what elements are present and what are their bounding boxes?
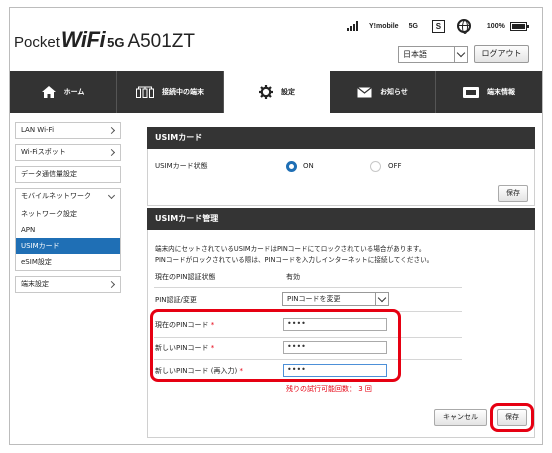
main-nav: ホーム 接続中の端末 設定 お知らせ 端末情報 (10, 71, 542, 113)
tab-settings[interactable]: 設定 (224, 71, 330, 113)
usim-manage-header: USIMカード管理 (147, 208, 535, 230)
chevron-right-icon (107, 280, 116, 289)
carrier-name: Y!mobile (369, 22, 399, 30)
battery-icon (509, 21, 529, 31)
brand-logo: Pocket WiFi 5G A501ZT (14, 27, 195, 57)
device-info-icon (463, 86, 479, 98)
network-type: 5G (408, 22, 418, 30)
signal-strength-icon (347, 21, 363, 31)
sidebar-item-label: 端末設定 (21, 280, 49, 288)
divider (154, 287, 462, 288)
usim-off-label: OFF (388, 162, 402, 170)
tab-settings-label: 設定 (281, 88, 295, 96)
sidebar-subitem-usim-card[interactable]: USIMカード (16, 238, 120, 254)
model-name: A501ZT (127, 31, 196, 52)
chevron-right-icon (107, 126, 116, 135)
sidebar-item-data-usage[interactable]: データ通信量設定 (15, 166, 121, 183)
pin-action-select[interactable]: PINコードを変更 (282, 292, 389, 306)
mail-icon (357, 86, 372, 98)
brand-pocket: Pocket (14, 34, 60, 51)
remaining-attempts-text: 残りの試行可能回数： 3 回 (286, 385, 372, 393)
sidebar-subitem-network-settings[interactable]: ネットワーク設定 (16, 206, 120, 222)
chevron-down-icon (375, 293, 388, 305)
brand-5g: 5G (107, 35, 125, 50)
sidebar-item-lan-wifi[interactable]: LAN Wi-Fi (15, 122, 121, 139)
usim-card-panel (147, 149, 535, 206)
tab-connected-label: 接続中の端末 (162, 88, 204, 96)
logout-button[interactable]: ログアウト (474, 45, 529, 63)
save-highlight (490, 403, 534, 432)
pin-fields-highlight (150, 309, 401, 382)
tab-home-label: ホーム (63, 88, 85, 96)
tab-device-info-label: 端末情報 (487, 88, 515, 96)
language-select[interactable]: 日本語 (398, 46, 468, 63)
sim-icon: S (431, 19, 445, 33)
sidebar-item-label: Wi-Fiスポット (21, 148, 66, 156)
tab-notifications[interactable]: お知らせ (330, 71, 436, 113)
pin-change-label: PIN認証/変更 (155, 296, 197, 304)
usim-state-label: USIMカード状態 (155, 162, 208, 170)
pin-state-value: 有効 (286, 273, 300, 281)
brand-wifi: WiFi (60, 27, 106, 52)
usim-card-save-button[interactable]: 保存 (498, 185, 528, 202)
sidebar-group-mobile-network: モバイルネットワーク ネットワーク設定 APN USIMカード eSIM設定 (15, 188, 121, 271)
usim-on-label: ON (303, 162, 314, 170)
sidebar-subitem-apn[interactable]: APN (16, 222, 120, 238)
usim-card-header: USIMカード (147, 127, 535, 149)
sidebar-item-label: データ通信量設定 (21, 170, 77, 178)
tab-connected-devices[interactable]: 接続中の端末 (117, 71, 224, 113)
chevron-right-icon (107, 148, 116, 157)
tab-home[interactable]: ホーム (10, 71, 117, 113)
gear-icon (259, 85, 273, 99)
devices-icon (136, 86, 154, 98)
sidebar-item-wifi-spot[interactable]: Wi-Fiスポット (15, 144, 121, 161)
language-select-value: 日本語 (403, 50, 427, 59)
status-bar: Y!mobile 5G S 100% (347, 17, 529, 35)
usim-manage-description-line2: PINコードがロックされている際は、PINコードを入力しインターネットに接続して… (155, 256, 434, 264)
usim-manage-description-line1: 端末内にセットされているUSIMカードはPINコードにてロックされている場合があ… (155, 245, 426, 253)
tab-notifications-label: お知らせ (380, 88, 408, 96)
home-icon (41, 86, 56, 98)
usim-off-radio[interactable] (370, 161, 381, 172)
sidebar: LAN Wi-Fi Wi-Fiスポット データ通信量設定 モバイルネットワーク … (15, 122, 121, 298)
chevron-down-icon (454, 47, 467, 62)
cancel-button[interactable]: キャンセル (434, 409, 487, 426)
pin-state-label: 現在のPIN認証状態 (155, 273, 216, 281)
battery-percent: 100% (486, 22, 505, 30)
sidebar-item-device-settings[interactable]: 端末設定 (15, 276, 121, 293)
chevron-down-icon (107, 191, 116, 200)
sidebar-item-mobile-network[interactable]: モバイルネットワーク (16, 189, 120, 206)
sidebar-item-label: モバイルネットワーク (21, 192, 91, 200)
sidebar-subitem-esim[interactable]: eSIM設定 (16, 254, 120, 270)
tab-device-info[interactable]: 端末情報 (436, 71, 542, 113)
globe-icon (456, 19, 471, 34)
usim-on-radio[interactable] (286, 161, 297, 172)
pin-action-select-value: PINコードを変更 (287, 295, 341, 303)
sidebar-item-label: LAN Wi-Fi (21, 126, 55, 134)
